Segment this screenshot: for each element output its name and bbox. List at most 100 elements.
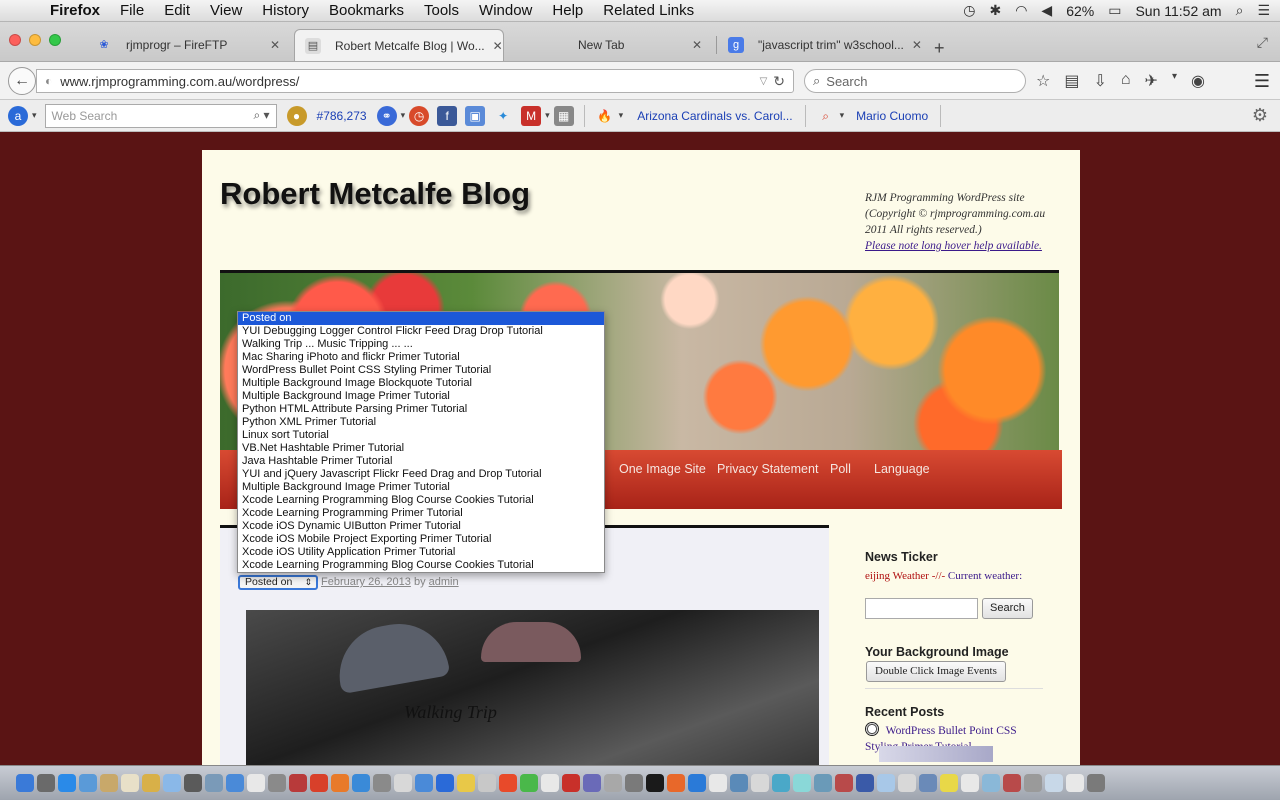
menu-related-links[interactable]: Related Links: [593, 2, 704, 19]
news-link-mario-cuomo[interactable]: Mario Cuomo: [850, 109, 934, 123]
dock-app-icon[interactable]: [814, 774, 832, 792]
tab-javascript-trim[interactable]: g "javascript trim" w3school... ✕: [718, 30, 924, 60]
dropdown-option[interactable]: Xcode Learning Programming Primer Tutori…: [238, 507, 604, 520]
dock-app-icon[interactable]: [37, 774, 55, 792]
dropdown-option[interactable]: Multiple Background Image Primer Tutoria…: [238, 481, 604, 494]
dock-app-icon[interactable]: [772, 774, 790, 792]
tab-fireftp[interactable]: ❀ rjmprogr – FireFTP ✕: [86, 30, 290, 60]
dock-app-icon[interactable]: [877, 774, 895, 792]
dock-app-icon[interactable]: [247, 774, 265, 792]
zoom-window-icon[interactable]: [49, 34, 61, 46]
volume-icon[interactable]: ◀: [1041, 2, 1052, 19]
link-icon[interactable]: ⚭: [376, 105, 397, 126]
spotlight-icon[interactable]: ⌕: [1236, 2, 1244, 19]
clipboard-icon[interactable]: ▣: [465, 105, 486, 126]
dock-app-icon[interactable]: [583, 774, 601, 792]
home-icon[interactable]: ⌂: [1121, 71, 1131, 91]
post-author-link[interactable]: admin: [429, 576, 459, 588]
news-dropdown-icon[interactable]: ▾: [619, 110, 624, 121]
dock-app-icon[interactable]: [310, 774, 328, 792]
dropdown-option[interactable]: VB.Net Hashtable Primer Tutorial: [238, 442, 604, 455]
alexa-dropdown-icon[interactable]: ▾: [32, 110, 37, 121]
dock-app-icon[interactable]: [1003, 774, 1021, 792]
menu-file[interactable]: File: [110, 2, 154, 19]
time-machine-icon[interactable]: ◷: [963, 2, 975, 19]
dock-app-icon[interactable]: [982, 774, 1000, 792]
dock-app-icon[interactable]: [604, 774, 622, 792]
hover-help-link[interactable]: Please note long hover help available.: [865, 238, 1065, 254]
post-date-link[interactable]: February 26, 2013: [321, 576, 411, 588]
extension-icon[interactable]: ✈: [1145, 71, 1158, 91]
posted-on-select[interactable]: Posted on ⇕: [238, 575, 318, 590]
close-window-icon[interactable]: [9, 34, 21, 46]
dock-app-icon[interactable]: [16, 774, 34, 792]
dock-app-icon[interactable]: [289, 774, 307, 792]
menu-window[interactable]: Window: [469, 2, 542, 19]
dock-app-icon[interactable]: [142, 774, 160, 792]
dock-app-icon[interactable]: [478, 774, 496, 792]
menu-tools[interactable]: Tools: [414, 2, 469, 19]
url-text[interactable]: www.rjmprogramming.com.au/wordpress/: [60, 74, 299, 89]
dock-app-icon[interactable]: [1045, 774, 1063, 792]
downloads-icon[interactable]: ⇩: [1093, 71, 1106, 91]
dock-app-icon[interactable]: [562, 774, 580, 792]
site-identity-icon[interactable]: ◐: [45, 74, 52, 88]
sidebar-search-button[interactable]: Search: [982, 598, 1033, 619]
reading-list-icon[interactable]: ▤: [1064, 71, 1079, 91]
dock-app-icon[interactable]: [961, 774, 979, 792]
dock-app-icon[interactable]: [331, 774, 349, 792]
tab-close-icon[interactable]: ✕: [904, 38, 922, 52]
facebook-share-icon[interactable]: f: [437, 105, 458, 126]
dock-app-icon[interactable]: [898, 774, 916, 792]
dock-app-icon[interactable]: [58, 774, 76, 792]
menu-edit[interactable]: Edit: [154, 2, 200, 19]
dock-app-icon[interactable]: [100, 774, 118, 792]
bookmark-star-icon[interactable]: ☆: [1036, 71, 1050, 91]
dock-app-icon[interactable]: [856, 774, 874, 792]
reload-icon[interactable]: ↻: [773, 73, 793, 90]
dock-app-icon[interactable]: [793, 774, 811, 792]
dock-app-icon[interactable]: [940, 774, 958, 792]
dock-app-icon[interactable]: [730, 774, 748, 792]
dock-app-icon[interactable]: [520, 774, 538, 792]
dropdown-option[interactable]: Xcode iOS Utility Application Primer Tut…: [238, 546, 604, 559]
dropdown-option[interactable]: Java Hashtable Primer Tutorial: [238, 455, 604, 468]
back-button[interactable]: ←: [8, 67, 36, 95]
url-history-dropdown-icon[interactable]: ▽: [760, 76, 774, 87]
dropdown-option[interactable]: Python XML Primer Tutorial: [238, 416, 604, 429]
nav-privacy-statement[interactable]: Privacy Statement: [717, 462, 818, 476]
tab-close-icon[interactable]: ✕: [485, 39, 503, 53]
dropdown-option[interactable]: Multiple Background Image Primer Tutoria…: [238, 390, 604, 403]
dock-app-icon[interactable]: [499, 774, 517, 792]
dropdown-option[interactable]: Xcode iOS Mobile Project Exporting Prime…: [238, 533, 604, 546]
dock-app-icon[interactable]: [205, 774, 223, 792]
dropdown-option[interactable]: Python HTML Attribute Parsing Primer Tut…: [238, 403, 604, 416]
web-search-icon[interactable]: ⌕ ▾: [247, 108, 275, 123]
timer-icon[interactable]: ◷: [409, 105, 430, 126]
gmail-dropdown-icon[interactable]: ▾: [545, 110, 550, 121]
tab-new-tab[interactable]: New Tab ✕: [508, 30, 712, 60]
dock-app-icon[interactable]: [268, 774, 286, 792]
dock-app-icon[interactable]: [646, 774, 664, 792]
fullscreen-icon[interactable]: ⤢: [1257, 34, 1268, 51]
menu-history[interactable]: History: [252, 2, 319, 19]
alexa-icon[interactable]: a: [8, 105, 28, 126]
alexa-rank[interactable]: #786,273: [311, 109, 373, 123]
post-featured-photo[interactable]: Walking Trip: [246, 610, 819, 765]
dock-app-icon[interactable]: [1066, 774, 1084, 792]
menu-app-firefox[interactable]: Firefox: [40, 2, 110, 19]
dropdown-option[interactable]: Xcode Learning Programming Blog Course C…: [238, 494, 604, 507]
menubar-clock[interactable]: Sun 11:52 am: [1135, 3, 1221, 19]
sync-icon[interactable]: ◉: [1191, 71, 1205, 91]
dropdown-option[interactable]: Walking Trip ... Music Tripping ... ...: [238, 338, 604, 351]
nav-one-image-site[interactable]: One Image Site: [619, 462, 706, 476]
menu-help[interactable]: Help: [542, 2, 593, 19]
toolbar-settings-gear-icon[interactable]: ⚙: [1252, 105, 1280, 126]
search-bar[interactable]: ⌕ Search: [804, 69, 1026, 93]
dock-app-icon[interactable]: [457, 774, 475, 792]
new-tab-plus-icon[interactable]: +: [934, 38, 945, 59]
dropdown-option[interactable]: Multiple Background Image Blockquote Tut…: [238, 377, 604, 390]
dropdown-option[interactable]: YUI and jQuery Javascript Flickr Feed Dr…: [238, 468, 604, 481]
contact-card-icon[interactable]: ▦: [553, 105, 574, 126]
dropdown-option[interactable]: WordPress Bullet Point CSS Styling Prime…: [238, 364, 604, 377]
